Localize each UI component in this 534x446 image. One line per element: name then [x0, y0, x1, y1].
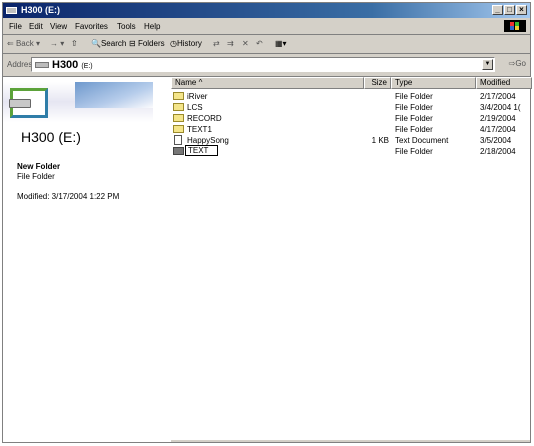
- column-header-modified[interactable]: Modified: [476, 77, 532, 89]
- file-row[interactable]: LCS File Folder 3/4/2004 1(: [171, 102, 532, 113]
- selected-item-modified: Modified: 3/17/2004 1:22 PM: [17, 192, 120, 201]
- delete-icon[interactable]: ✕: [242, 39, 249, 48]
- menu-file[interactable]: File: [9, 22, 22, 31]
- folders-button[interactable]: ⊟ Folders: [129, 39, 165, 48]
- folder-icon: [173, 147, 184, 155]
- file-name: iRiver: [187, 92, 208, 101]
- drive-title: H300 (E:): [21, 129, 81, 145]
- windows-logo-icon: [504, 20, 526, 32]
- minimize-button[interactable]: _: [492, 5, 503, 15]
- rename-input[interactable]: TEXT: [185, 145, 218, 156]
- close-button[interactable]: ×: [516, 5, 527, 15]
- window-title: H300 (E:): [21, 5, 61, 15]
- file-modified: 2/17/2004: [480, 92, 516, 101]
- undo-icon[interactable]: ↶: [256, 39, 263, 48]
- menu-bar: File Edit View Favorites Tools Help: [3, 19, 530, 35]
- file-type: Text Document: [395, 136, 449, 145]
- forward-button[interactable]: → ▾: [50, 39, 64, 48]
- file-row[interactable]: iRiver File Folder 2/17/2004: [171, 91, 532, 102]
- file-modified: 2/18/2004: [480, 147, 516, 156]
- content-area: H300 (E:) New Folder File Folder Modifie…: [3, 76, 532, 442]
- file-modified: 2/19/2004: [480, 114, 516, 123]
- file-size: 1 KB: [371, 136, 389, 145]
- explorer-window: H300 (E:) _ □ × File Edit View Favorites…: [2, 2, 532, 443]
- horizontal-scrollbar[interactable]: [171, 440, 530, 442]
- menu-tools[interactable]: Tools: [117, 22, 136, 31]
- views-button[interactable]: ▦▾: [275, 39, 287, 48]
- folder-icon: [173, 125, 184, 133]
- menu-help[interactable]: Help: [144, 22, 160, 31]
- title-bar[interactable]: H300 (E:) _ □ ×: [3, 3, 530, 18]
- move-to-icon[interactable]: ⇄: [213, 39, 220, 48]
- file-name: LCS: [187, 103, 203, 112]
- menu-view[interactable]: View: [50, 22, 67, 31]
- folder-icon: [173, 114, 184, 122]
- menu-favorites[interactable]: Favorites: [75, 22, 108, 31]
- folder-icon: [173, 103, 184, 111]
- copy-to-icon[interactable]: ⇉: [227, 39, 234, 48]
- file-modified: 3/4/2004 1(: [480, 103, 521, 112]
- maximize-button[interactable]: □: [504, 5, 515, 15]
- toolbar: ⇐ Back ▾ → ▾ ⇧ 🔍Search ⊟ Folders ◷Histor…: [3, 35, 530, 54]
- address-bar: Address H300 (E:) ▼ ⇨Go: [3, 54, 530, 76]
- history-button[interactable]: ◷History: [170, 39, 202, 48]
- details-pane: H300 (E:) New Folder File Folder Modifie…: [3, 77, 171, 442]
- drive-icon: [35, 62, 49, 68]
- large-drive-icon: [9, 88, 48, 118]
- file-list: Name ^ Size Type Modified iRiver File Fo…: [171, 77, 532, 442]
- column-header-size[interactable]: Size: [364, 77, 391, 89]
- file-type: File Folder: [395, 125, 433, 134]
- file-type: File Folder: [395, 92, 433, 101]
- file-row[interactable]: HappySong 1 KB Text Document 3/5/2004: [171, 135, 532, 146]
- file-row[interactable]: TEXT1 File Folder 4/17/2004: [171, 124, 532, 135]
- file-type: File Folder: [395, 114, 433, 123]
- file-row[interactable]: RECORD File Folder 2/19/2004: [171, 113, 532, 124]
- column-header-name[interactable]: Name ^: [171, 77, 364, 89]
- selected-item-name: New Folder: [17, 162, 61, 171]
- file-name: HappySong: [187, 136, 229, 145]
- folder-icon: [173, 92, 184, 100]
- back-button[interactable]: ⇐ Back ▾: [7, 39, 40, 48]
- file-row[interactable]: TEXT File Folder 2/18/2004: [171, 145, 532, 157]
- file-modified: 4/17/2004: [480, 125, 516, 134]
- file-modified: 3/5/2004: [480, 136, 512, 145]
- file-type: File Folder: [395, 147, 433, 156]
- go-button[interactable]: ⇨Go: [509, 59, 526, 68]
- search-button[interactable]: 🔍Search: [91, 39, 126, 48]
- selected-item-type: File Folder: [17, 172, 55, 181]
- drive-icon: [6, 7, 17, 14]
- address-dropdown-button[interactable]: ▼: [482, 59, 493, 70]
- file-type: File Folder: [395, 103, 433, 112]
- column-header-type[interactable]: Type: [391, 77, 476, 89]
- text-document-icon: [174, 135, 182, 145]
- menu-edit[interactable]: Edit: [29, 22, 43, 31]
- file-name: RECORD: [187, 114, 222, 123]
- address-input[interactable]: H300 (E:): [31, 57, 495, 72]
- file-name: TEXT1: [187, 125, 212, 134]
- up-folder-icon[interactable]: ⇧: [71, 39, 78, 48]
